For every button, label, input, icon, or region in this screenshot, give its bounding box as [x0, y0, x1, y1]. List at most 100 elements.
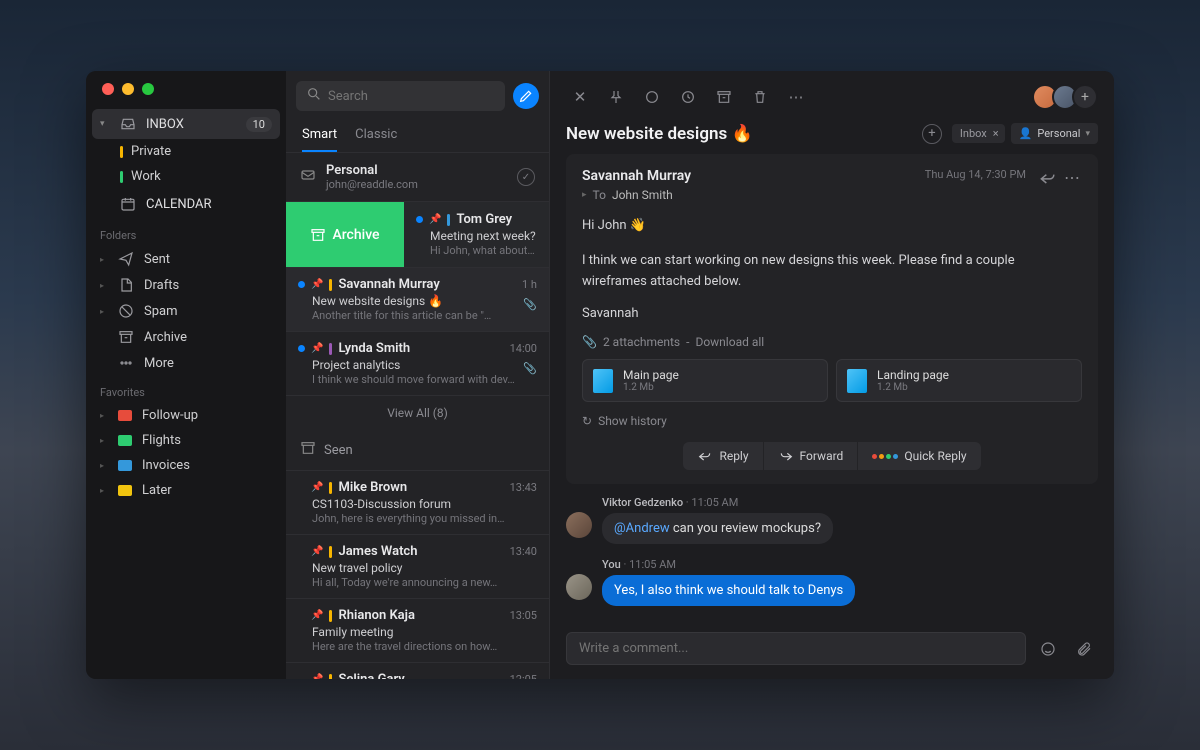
message-row[interactable]: 📌Mike Brown13:43 CS1103-Discussion forum… — [286, 471, 549, 535]
message-more-icon[interactable]: ⋯ — [1064, 168, 1082, 187]
mail-date: Thu Aug 14, 7:30 PM — [925, 168, 1026, 181]
add-collaborator-icon[interactable]: + — [1072, 84, 1098, 110]
pin-button[interactable] — [602, 83, 630, 111]
tab-smart[interactable]: Smart — [302, 121, 337, 152]
quick-reply-icon — [872, 454, 898, 459]
account-header[interactable]: Personaljohn@readdle.com ✓ — [286, 153, 549, 202]
show-history-link[interactable]: ↻Show history — [582, 414, 1082, 428]
folder-sent[interactable]: ▸Sent — [86, 246, 286, 272]
comment-input[interactable] — [566, 632, 1026, 665]
window-controls — [86, 83, 286, 109]
done-check-icon[interactable]: ✓ — [517, 168, 535, 186]
favorite-invoices[interactable]: ▸Invoices — [86, 453, 286, 478]
search-field[interactable] — [296, 81, 505, 111]
seen-section-header[interactable]: Seen — [286, 430, 549, 471]
search-icon — [306, 86, 322, 106]
category-bar-icon — [329, 610, 332, 622]
reply-icon[interactable] — [1038, 168, 1058, 193]
message-row[interactable]: 📌James Watch13:40 New travel policy Hi a… — [286, 535, 549, 599]
attachment-card[interactable]: Main page1.2 Mb — [582, 359, 828, 402]
chevron-down-icon: ▾ — [1085, 129, 1090, 139]
comment-bubble: @Andrew can you review mockups? — [602, 513, 833, 544]
comment: You · 11:05 AM Yes, I also think we shou… — [566, 558, 1098, 606]
tab-classic[interactable]: Classic — [355, 121, 397, 152]
download-all-link[interactable]: Download all — [695, 335, 764, 349]
message-row-swiped[interactable]: Archive 📌Tom Grey Meeting next week? Hi … — [286, 202, 549, 268]
category-bar-icon — [329, 546, 332, 558]
remove-tag-icon[interactable]: × — [991, 127, 1001, 140]
category-bar-icon — [329, 343, 332, 355]
view-all-link[interactable]: View All (8) — [286, 396, 549, 430]
inbox-count-badge: 10 — [246, 117, 272, 132]
archive-button[interactable] — [710, 83, 738, 111]
compose-button[interactable] — [513, 83, 539, 109]
avatar — [566, 512, 592, 538]
close-window-icon[interactable] — [102, 83, 114, 95]
comment-bubble: Yes, I also think we should talk to Deny… — [602, 575, 855, 606]
message-row[interactable]: 📌Lynda Smith14:00 Project analytics I th… — [286, 332, 549, 396]
inbox-label: INBOX — [146, 117, 184, 132]
sidebar-item-work[interactable]: Work — [86, 164, 286, 189]
message-row[interactable]: 📌Rhianon Kaja13:05 Family meeting Here a… — [286, 599, 549, 663]
minimize-window-icon[interactable] — [122, 83, 134, 95]
personal-label-chip[interactable]: 👤Personal▾ — [1011, 123, 1098, 144]
mark-unread-button[interactable] — [638, 83, 666, 111]
drafts-icon — [118, 277, 134, 293]
reply-button[interactable]: Reply — [683, 442, 763, 470]
attachment-card[interactable]: Landing page1.2 Mb — [836, 359, 1082, 402]
folder-icon — [118, 485, 132, 496]
unread-dot-icon — [416, 216, 423, 223]
folder-spam[interactable]: ▸Spam — [86, 298, 286, 324]
snooze-button[interactable] — [674, 83, 702, 111]
favorite-flights[interactable]: ▸Flights — [86, 428, 286, 453]
collaborator-avatars[interactable]: + — [1038, 84, 1098, 110]
search-input[interactable] — [328, 89, 495, 104]
more-button[interactable]: ⋯ — [782, 83, 810, 111]
category-bar-icon — [329, 482, 332, 494]
mail-subject: New website designs 🔥 — [566, 124, 922, 144]
maximize-window-icon[interactable] — [142, 83, 154, 95]
history-icon: ↻ — [582, 414, 592, 428]
attach-button[interactable] — [1070, 635, 1098, 663]
forward-button[interactable]: Forward — [764, 442, 859, 470]
emoji-button[interactable] — [1034, 635, 1062, 663]
avatar — [566, 574, 592, 600]
delete-button[interactable] — [746, 83, 774, 111]
inbox-tag: Inbox× — [952, 124, 1005, 143]
chevron-right-icon[interactable]: ▸ — [582, 190, 587, 200]
reader-toolbar: ✕ ⋯ + — [550, 71, 1114, 123]
chevron-down-icon: ▾ — [100, 119, 110, 129]
quick-reply-button[interactable]: Quick Reply — [858, 442, 980, 470]
color-bar-icon — [120, 171, 123, 183]
folder-icon — [118, 460, 132, 471]
message-row[interactable]: 📌Selina Gary12:05 In NY next week — [286, 663, 549, 679]
reader-panel: ✕ ⋯ + New website designs 🔥 + Inbox× 👤Pe… — [550, 71, 1114, 679]
folder-drafts[interactable]: ▸Drafts — [86, 272, 286, 298]
calendar-label: CALENDAR — [146, 197, 212, 212]
archive-swipe-action[interactable]: Archive — [286, 202, 404, 267]
sidebar-item-private[interactable]: Private — [86, 139, 286, 164]
favorite-later[interactable]: ▸Later — [86, 478, 286, 503]
spam-icon — [118, 303, 134, 319]
calendar-nav[interactable]: CALENDAR — [86, 189, 286, 219]
message-row[interactable]: 📌Savannah Murray1 h New website designs … — [286, 268, 549, 332]
attachments-header: 📎 2 attachments - Download all — [582, 335, 1082, 349]
add-tag-button[interactable]: + — [922, 124, 942, 144]
mail-greeting: Hi John 👋 — [582, 216, 1082, 237]
pin-icon: 📌 — [311, 343, 323, 354]
unread-dot-icon — [298, 281, 305, 288]
folders-section-label: Folders — [86, 219, 286, 246]
account-email: john@readdle.com — [326, 178, 418, 191]
color-bar-icon — [120, 146, 123, 158]
app-window: ▾ INBOX 10 Private Work CALENDAR Folders… — [86, 71, 1114, 679]
folder-archive[interactable]: Archive — [86, 324, 286, 350]
close-button[interactable]: ✕ — [566, 83, 594, 111]
favorite-followup[interactable]: ▸Follow-up — [86, 403, 286, 428]
calendar-icon — [120, 196, 136, 212]
folder-icon — [118, 410, 132, 421]
folder-more[interactable]: More — [86, 350, 286, 376]
paperclip-icon: 📎 — [582, 335, 597, 349]
comment-composer — [550, 622, 1114, 679]
inbox-nav[interactable]: ▾ INBOX 10 — [92, 109, 280, 139]
account-name: Personal — [326, 163, 418, 178]
